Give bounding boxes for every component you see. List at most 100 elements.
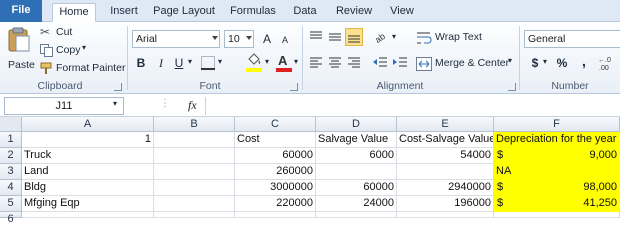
- column-header-b[interactable]: B: [154, 117, 235, 132]
- borders-dropdown-icon[interactable]: ▾: [218, 57, 222, 66]
- tab-view[interactable]: View: [384, 3, 420, 22]
- tab-formulas[interactable]: Formulas: [226, 3, 280, 22]
- increase-decimal-icon[interactable]: ←.0 .00: [598, 55, 618, 71]
- tab-page-layout[interactable]: Page Layout: [150, 3, 218, 22]
- font-launcher-icon[interactable]: [290, 83, 298, 91]
- grow-font-button[interactable]: A: [258, 30, 276, 48]
- font-color-dropdown-icon[interactable]: ▾: [294, 57, 298, 66]
- formula-input[interactable]: [205, 97, 620, 115]
- row-header-1[interactable]: 1: [0, 132, 22, 148]
- format-painter-button[interactable]: Format Painter: [40, 61, 126, 77]
- underline-dropdown-icon[interactable]: ▾: [188, 57, 192, 66]
- fill-color-button[interactable]: [244, 53, 264, 73]
- orientation-icon[interactable]: ab: [374, 30, 390, 44]
- column-header-f[interactable]: F: [494, 117, 620, 132]
- cell-b1[interactable]: [154, 132, 235, 148]
- align-bottom-button[interactable]: [345, 28, 363, 46]
- name-box[interactable]: J11: [4, 97, 124, 115]
- cell-d3[interactable]: [316, 164, 397, 180]
- accounting-format-button[interactable]: $: [526, 54, 544, 72]
- cell-c6[interactable]: [235, 212, 316, 218]
- cell-e2[interactable]: 54000: [397, 148, 494, 164]
- row-header-4[interactable]: 4: [0, 180, 22, 196]
- column-header-c[interactable]: C: [235, 117, 316, 132]
- paste-button[interactable]: Paste: [4, 25, 35, 77]
- align-center-icon[interactable]: [327, 56, 343, 70]
- row-header-3[interactable]: 3: [0, 164, 22, 180]
- tab-file[interactable]: File: [0, 0, 42, 22]
- cell-a6[interactable]: [22, 212, 154, 218]
- tab-review[interactable]: Review: [332, 3, 376, 22]
- percent-style-button[interactable]: %: [553, 54, 571, 72]
- cell-d2[interactable]: 6000: [316, 148, 397, 164]
- cell-d6[interactable]: [316, 212, 397, 218]
- row-header-6[interactable]: 6: [0, 212, 22, 225]
- cell-c2[interactable]: 60000: [235, 148, 316, 164]
- underline-button[interactable]: U: [170, 54, 188, 72]
- cell-f6[interactable]: [494, 212, 620, 218]
- cut-button[interactable]: ✂ Cut: [40, 25, 100, 41]
- increase-indent-icon[interactable]: [392, 56, 408, 70]
- comma-style-button[interactable]: ,: [575, 52, 593, 70]
- wrap-text-button[interactable]: Wrap Text: [416, 30, 506, 46]
- merge-center-button[interactable]: Merge & Center ▾: [416, 56, 516, 72]
- align-left-icon[interactable]: [308, 56, 324, 70]
- cell-c1[interactable]: Cost: [235, 132, 316, 148]
- tab-insert[interactable]: Insert: [104, 3, 144, 22]
- cell-c3[interactable]: 260000: [235, 164, 316, 180]
- column-header-d[interactable]: D: [316, 117, 397, 132]
- cell-a1[interactable]: 1: [22, 132, 154, 148]
- fill-color-dropdown-icon[interactable]: ▾: [265, 57, 269, 66]
- font-name-dropdown-icon[interactable]: [208, 30, 220, 48]
- bold-button[interactable]: B: [132, 54, 150, 72]
- cell-a5[interactable]: Mfging Eqp: [22, 196, 154, 212]
- select-all-corner[interactable]: [0, 117, 22, 132]
- cell-e4[interactable]: 2940000: [397, 180, 494, 196]
- align-top-icon[interactable]: [308, 30, 324, 44]
- cell-a4[interactable]: Bldg: [22, 180, 154, 196]
- alignment-launcher-icon[interactable]: [508, 83, 516, 91]
- cell-f1[interactable]: Depreciation for the year: [494, 132, 620, 148]
- insert-function-icon[interactable]: fx: [188, 98, 197, 113]
- formula-bar-resize-icon[interactable]: ⋮: [160, 98, 170, 109]
- clipboard-launcher-icon[interactable]: [114, 83, 122, 91]
- cell-b5[interactable]: [154, 196, 235, 212]
- tab-data[interactable]: Data: [288, 3, 322, 22]
- cell-f4[interactable]: $ 98,000: [494, 180, 620, 196]
- font-color-button[interactable]: A: [274, 53, 294, 73]
- cell-e5[interactable]: 196000: [397, 196, 494, 212]
- orientation-dropdown-icon[interactable]: ▾: [392, 32, 396, 41]
- column-header-a[interactable]: A: [22, 117, 154, 132]
- cell-b2[interactable]: [154, 148, 235, 164]
- italic-button[interactable]: I: [152, 54, 170, 72]
- number-format-select[interactable]: General: [524, 30, 620, 48]
- cell-c4[interactable]: 3000000: [235, 180, 316, 196]
- tab-home[interactable]: Home: [52, 3, 96, 22]
- cell-f5[interactable]: $ 41,250: [494, 196, 620, 212]
- accounting-format-dropdown-icon[interactable]: ▾: [543, 57, 547, 66]
- align-right-icon[interactable]: [346, 56, 362, 70]
- cell-a3[interactable]: Land: [22, 164, 154, 180]
- font-name-select[interactable]: Arial: [132, 30, 220, 48]
- align-middle-icon[interactable]: [327, 30, 343, 44]
- cell-b4[interactable]: [154, 180, 235, 196]
- cell-d4[interactable]: 60000: [316, 180, 397, 196]
- row-header-2[interactable]: 2: [0, 148, 22, 164]
- name-box-dropdown-icon[interactable]: ▾: [113, 99, 117, 108]
- copy-dropdown-icon[interactable]: ▾: [82, 43, 86, 52]
- cell-e3[interactable]: [397, 164, 494, 180]
- cell-e1[interactable]: Cost-Salvage Value: [397, 132, 494, 148]
- cell-f3[interactable]: NA: [494, 164, 620, 180]
- column-header-e[interactable]: E: [397, 117, 494, 132]
- cell-e6[interactable]: [397, 212, 494, 218]
- font-size-dropdown-icon[interactable]: [243, 30, 254, 48]
- merge-center-dropdown-icon[interactable]: ▾: [508, 56, 512, 65]
- copy-button[interactable]: Copy ▾: [40, 43, 100, 59]
- decrease-indent-icon[interactable]: [372, 56, 388, 70]
- cell-b6[interactable]: [154, 212, 235, 218]
- cell-d1[interactable]: Salvage Value: [316, 132, 397, 148]
- cell-d5[interactable]: 24000: [316, 196, 397, 212]
- shrink-font-button[interactable]: A: [276, 31, 294, 49]
- borders-icon[interactable]: [201, 56, 215, 70]
- cell-c5[interactable]: 220000: [235, 196, 316, 212]
